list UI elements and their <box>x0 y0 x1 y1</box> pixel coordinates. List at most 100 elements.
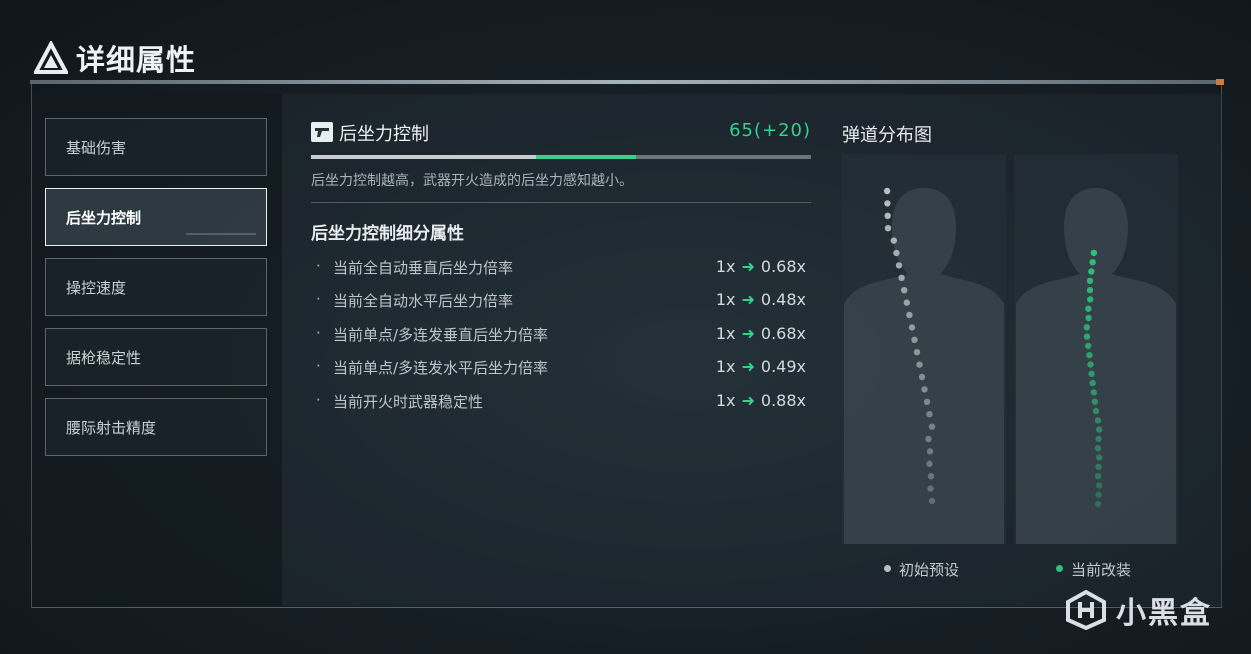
spray-dot <box>1086 352 1093 359</box>
bullet-icon: · <box>316 391 321 409</box>
legend-initial: 初始预设 <box>884 559 959 580</box>
detail-row: · 当前开火时武器稳定性 1x ➜ 0.88x <box>316 391 806 413</box>
detail-from: 1x <box>715 357 736 376</box>
spray-dot <box>1092 407 1100 415</box>
detail-values: 1x ➜ 0.68x <box>716 324 806 343</box>
sidebar-item-handling-speed[interactable]: 操控速度 <box>45 258 267 316</box>
arrow-right-icon: ➜ <box>741 391 755 410</box>
spray-dot <box>1096 426 1103 433</box>
detail-label: 当前开火时武器稳定性 <box>333 393 484 411</box>
silhouette-current <box>1016 188 1176 544</box>
bullet-icon: · <box>316 357 321 375</box>
detail-row: · 当前单点/多连发水平后坐力倍率 1x ➜ 0.49x <box>316 357 806 379</box>
spray-dot <box>913 349 921 356</box>
sidebar-item-aim-stability[interactable]: 据枪稳定性 <box>45 328 267 386</box>
spray-dot <box>1094 445 1102 452</box>
spray-dot <box>928 423 936 430</box>
spray-dot <box>1094 472 1102 480</box>
spray-dot <box>1096 482 1103 489</box>
spray-dot <box>908 324 916 331</box>
spray-dot <box>1087 361 1094 368</box>
legend-current-label: 当前改装 <box>1071 561 1132 579</box>
spray-dot <box>1083 324 1090 331</box>
arrow-right-icon: ➜ <box>741 357 755 376</box>
page-title: 详细属性 <box>76 43 197 77</box>
spray-dot <box>884 212 891 219</box>
bullet-icon: · <box>316 290 321 308</box>
spray-dot <box>884 225 892 232</box>
heybox-logo-icon <box>1066 590 1106 630</box>
sidebar-item-label: 据枪稳定性 <box>66 348 142 367</box>
spray-dot <box>883 187 891 195</box>
spray-dot <box>890 237 897 244</box>
spray-dot <box>1095 491 1102 498</box>
spray-dot <box>884 200 891 207</box>
spray-dot <box>1090 389 1097 396</box>
sidebar-item-label: 基础伤害 <box>66 138 127 157</box>
detail-values: 1x ➜ 0.48x <box>716 290 806 309</box>
pistol-icon <box>311 122 333 142</box>
bullet-icon: · <box>316 257 321 275</box>
spray-dot <box>1096 454 1103 461</box>
triangle-logo-icon <box>34 41 68 74</box>
spray-dot <box>926 460 933 467</box>
sidebar-item-hipfire-accuracy[interactable]: 腰际射击精度 <box>45 398 267 456</box>
attribute-value: 65(+20) <box>729 120 811 141</box>
detail-label: 当前单点/多连发垂直后坐力倍率 <box>333 326 549 344</box>
detail-values: 1x ➜ 0.49x <box>716 357 806 376</box>
spray-panel-initial <box>842 154 1006 544</box>
sidebar-item-base-damage[interactable]: 基础伤害 <box>45 118 267 176</box>
arrow-right-icon: ➜ <box>741 257 755 276</box>
spray-dot <box>927 485 934 492</box>
spray-dot <box>1085 305 1092 312</box>
attribute-description: 后坐力控制越高，武器开火造成的后坐力感知越小。 <box>311 173 633 189</box>
spray-dot <box>1088 268 1095 275</box>
spray-panel-current <box>1014 154 1178 544</box>
sidebar-item-recoil-control[interactable]: 后坐力控制 <box>45 188 267 246</box>
sidebar-item-label: 后坐力控制 <box>66 208 142 227</box>
spray-dot <box>916 361 923 368</box>
spray-dot <box>893 249 900 257</box>
detail-label: 当前全自动水平后坐力倍率 <box>333 292 514 310</box>
detail-to: 0.48x <box>760 290 806 309</box>
legend-initial-label: 初始预设 <box>899 561 960 579</box>
detail-values: 1x ➜ 0.68x <box>716 257 806 276</box>
spray-dot <box>921 386 928 393</box>
spray-dot <box>928 497 936 505</box>
detail-to: 0.49x <box>760 357 806 376</box>
spray-dot <box>1086 286 1094 294</box>
attribute-title: 后坐力控制 <box>339 124 429 145</box>
spray-dot <box>1085 314 1092 322</box>
detail-label: 当前单点/多连发水平后坐力倍率 <box>333 359 549 377</box>
spray-dot <box>898 274 905 281</box>
legend-current: 当前改装 <box>1056 559 1131 580</box>
spray-dot <box>901 287 908 294</box>
attribute-header: 后坐力控制 65(+20) <box>311 118 811 146</box>
legend-dot-initial <box>884 565 891 572</box>
spray-dot <box>906 311 913 319</box>
spray-dot <box>1094 417 1102 424</box>
detail-label: 当前全自动垂直后坐力倍率 <box>333 259 514 277</box>
stat-bar-base <box>311 155 536 159</box>
watermark: 小黑盒 <box>1064 588 1212 632</box>
details-title: 后坐力控制细分属性 <box>311 224 464 244</box>
spray-dot <box>923 398 931 405</box>
spray-dot <box>1085 342 1092 350</box>
spray-dot <box>1095 435 1102 443</box>
spray-dot <box>925 435 932 443</box>
detail-row: · 当前全自动水平后坐力倍率 1x ➜ 0.48x <box>316 290 806 312</box>
detail-from: 1x <box>715 324 736 343</box>
spray-dot <box>926 411 933 418</box>
detail-from: 1x <box>715 290 736 309</box>
arrow-right-icon: ➜ <box>741 324 755 343</box>
spray-dot <box>1086 277 1094 284</box>
bullet-icon: · <box>316 324 321 342</box>
detail-to: 0.68x <box>760 257 806 276</box>
sidebar-item-label: 腰际射击精度 <box>66 418 157 437</box>
watermark-text: 小黑盒 <box>1116 596 1212 631</box>
page-header: 详细属性 <box>34 38 196 78</box>
spray-dot <box>1089 259 1096 266</box>
spray-dot <box>1094 500 1102 508</box>
detail-row: · 当前全自动垂直后坐力倍率 1x ➜ 0.68x <box>316 257 806 279</box>
active-indicator <box>186 233 256 235</box>
